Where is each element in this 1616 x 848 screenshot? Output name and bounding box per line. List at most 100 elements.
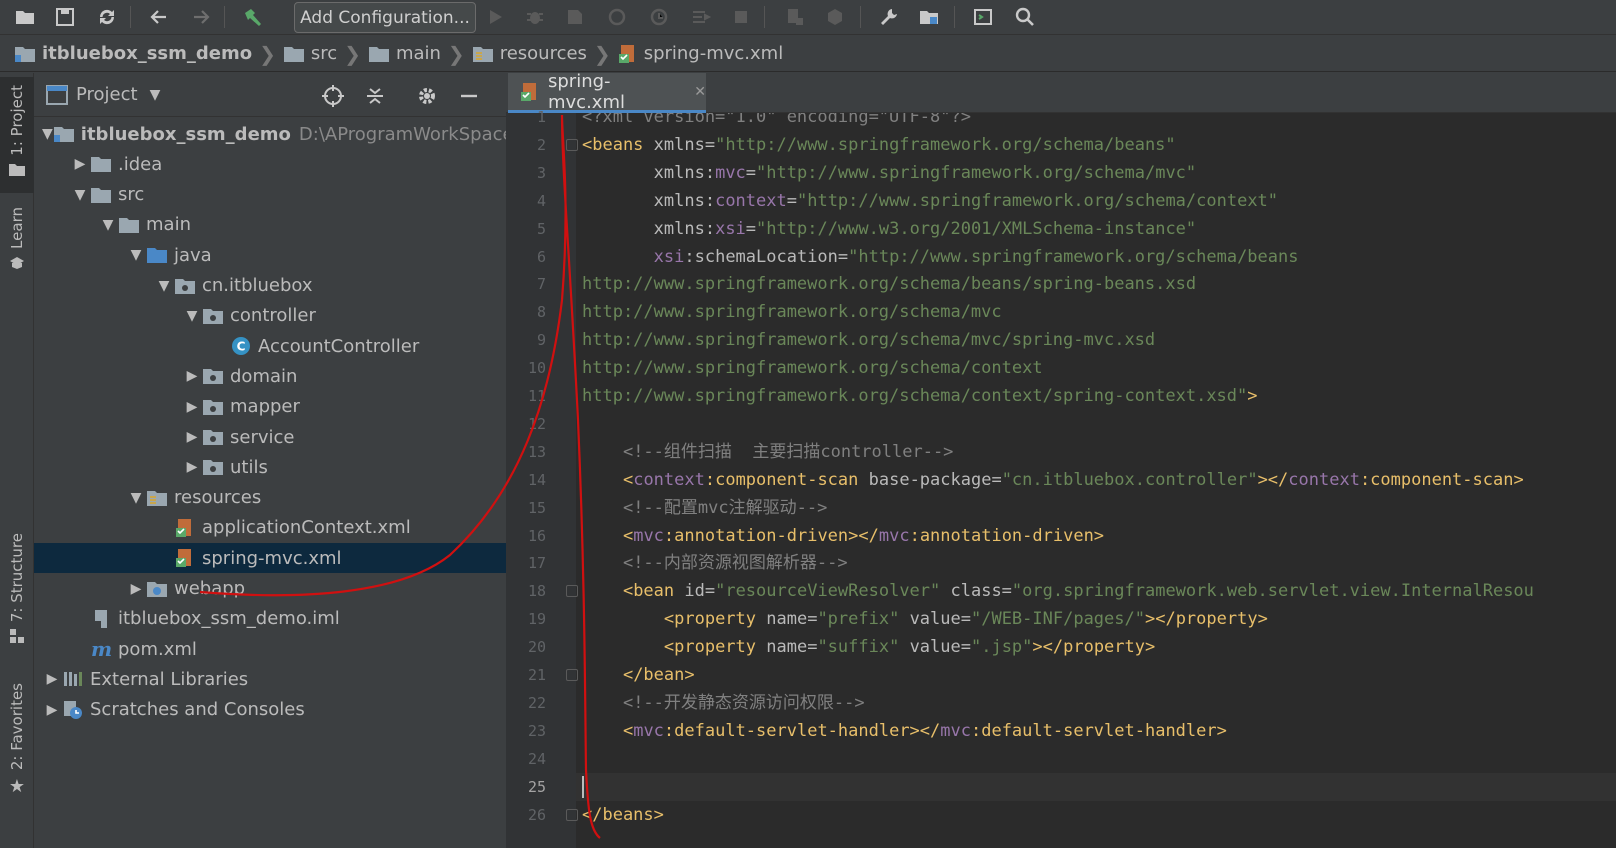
close-icon[interactable]: ✕	[694, 84, 706, 100]
chevron-down-icon[interactable]: ▼	[126, 245, 146, 265]
code-line: http://www.springframework.org/schema/co…	[582, 354, 1043, 382]
code-token: "http://www.springframework.org/schema/c…	[796, 190, 1279, 211]
chevron-right-icon[interactable]: ▶	[126, 579, 146, 599]
breadcrumb-item-main[interactable]: main	[368, 36, 441, 72]
collapse-all-icon[interactable]	[362, 83, 388, 109]
code-token: xsi	[653, 246, 685, 267]
chevron-right-icon[interactable]: ▶	[70, 154, 90, 174]
project-structure-icon[interactable]	[914, 2, 944, 32]
device-icon[interactable]	[780, 2, 810, 32]
gear-icon[interactable]	[414, 83, 440, 109]
open-folder-icon[interactable]	[10, 2, 40, 32]
code-line: <beans xmlns="http://www.springframework…	[582, 131, 1176, 159]
wrench-icon[interactable]	[874, 2, 904, 32]
tool-tab-project[interactable]: 1: Project	[0, 77, 34, 193]
code-line: <!--开发静态资源访问权限-->	[582, 689, 865, 717]
tree-item-pom-xml[interactable]: m pom.xml	[34, 634, 506, 664]
minimize-icon[interactable]	[456, 83, 482, 109]
chevron-down-icon[interactable]: ▼	[42, 124, 53, 144]
tree-item-controller[interactable]: ▼ controller	[34, 301, 506, 331]
forward-icon[interactable]	[186, 2, 216, 32]
tree-item-label: java	[174, 244, 212, 266]
code-line: xmlns:mvc="http://www.springframework.or…	[582, 159, 1197, 187]
code-line: <!--组件扫描 主要扫描controller-->	[582, 438, 953, 466]
tree-item-idea[interactable]: ▶ .idea	[34, 149, 506, 179]
project-panel-title[interactable]: Project	[76, 84, 138, 105]
attach-icon[interactable]	[644, 2, 674, 32]
breadcrumb-item-src[interactable]: src	[283, 36, 337, 72]
tree-item-java[interactable]: ▼ java	[34, 240, 506, 270]
build-hammer-icon[interactable]	[238, 2, 268, 32]
tree-item-resources[interactable]: ▼ resources	[34, 483, 506, 513]
project-panel: Project ▼ ▼ itbluebox_ssm_demo D:\AProgram…	[34, 73, 547, 848]
spring-xml-icon	[174, 517, 196, 539]
tree-item-itbluebox-ssm-demo[interactable]: ▼ itbluebox_ssm_demo D:\AProgramWorkSpace\…	[34, 119, 547, 149]
sync-icon[interactable]	[92, 2, 122, 32]
tree-item-scratches-and-consoles[interactable]: ▶ Scratches and Consoles	[34, 695, 506, 725]
tree-item-domain[interactable]: ▶ domain	[34, 361, 506, 391]
run-icon[interactable]	[480, 2, 510, 32]
tree-item-accountcontroller[interactable]: C AccountController	[34, 331, 506, 361]
chevron-right-icon[interactable]: ▶	[42, 669, 62, 689]
stop-icon[interactable]	[726, 2, 756, 32]
tool-tab-favorites[interactable]: 2: Favorites ★	[0, 683, 34, 807]
breadcrumb-item-project[interactable]: itbluebox_ssm_demo	[14, 36, 252, 72]
profile-icon[interactable]	[602, 2, 632, 32]
tool-tab-label: Learn	[8, 207, 26, 249]
chevron-right-icon[interactable]: ▶	[182, 397, 202, 417]
chevron-right-icon[interactable]: ▶	[42, 700, 62, 720]
run-configuration-selector[interactable]: Add Configuration...	[294, 2, 476, 33]
tree-item-webapp[interactable]: ▶ webapp	[34, 574, 506, 604]
tree-item-label: domain	[230, 365, 298, 387]
locate-icon[interactable]	[320, 83, 346, 109]
back-icon[interactable]	[144, 2, 174, 32]
chevron-down-icon[interactable]: ▼	[154, 276, 174, 296]
code-token: <?xml version="1.0" encoding="UTF-8"?>	[582, 113, 971, 127]
chevron-down-icon[interactable]: ▼	[150, 87, 161, 103]
tool-tab-structure[interactable]: 7: Structure	[0, 533, 34, 657]
deploy-icon[interactable]	[820, 2, 850, 32]
code-editor[interactable]: <?xml version="1.0" encoding="UTF-8"?> <b…	[576, 113, 1616, 848]
line-number: 21	[527, 666, 546, 684]
tool-tab-learn[interactable]: Learn	[0, 207, 34, 287]
editor-tab-spring-mvc[interactable]: spring-mvc.xml ✕	[508, 71, 706, 113]
code-token: "prefix"	[817, 609, 900, 630]
chevron-right-icon[interactable]: ▶	[182, 366, 202, 386]
tree-item-src[interactable]: ▼ src	[34, 180, 506, 210]
chevron-down-icon[interactable]: ▼	[182, 306, 202, 326]
debug-icon[interactable]	[520, 2, 550, 32]
tree-item-external-libraries[interactable]: ▶ External Libraries	[34, 664, 506, 694]
tree-item-applicationcontext-xml[interactable]: applicationContext.xml	[34, 513, 506, 543]
breadcrumb-item-file[interactable]: spring-mvc.xml	[618, 36, 783, 72]
code-token: xmlns:	[653, 218, 716, 239]
step-icon[interactable]	[686, 2, 716, 32]
project-panel-header: Project ▼	[34, 73, 506, 117]
line-number: 9	[536, 331, 546, 350]
search-icon[interactable]	[1010, 2, 1040, 32]
tree-item-mapper[interactable]: ▶ mapper	[34, 392, 506, 422]
chevron-down-icon[interactable]: ▼	[98, 215, 118, 235]
tree-item-spring-mvc-xml[interactable]: spring-mvc.xml	[34, 543, 506, 574]
tree-item-utils[interactable]: ▶ utils	[34, 452, 506, 482]
ide-window: Add Configuration... itbluebox_ssm_demo …	[0, 0, 1616, 848]
save-icon[interactable]	[50, 2, 80, 32]
chevron-right-icon[interactable]: ▶	[182, 457, 202, 477]
tree-item-cn-itbluebox[interactable]: ▼ cn.itbluebox	[34, 271, 506, 301]
coverage-icon[interactable]	[560, 2, 590, 32]
module-icon	[53, 123, 75, 145]
tree-item-main[interactable]: ▼ main	[34, 210, 506, 240]
breadcrumb-item-resources[interactable]: resources	[472, 36, 587, 72]
code-token: >	[1247, 386, 1258, 406]
code-token: http://www.springframework.org/schema/co…	[582, 358, 1043, 379]
chevron-right-icon[interactable]: ▶	[182, 427, 202, 447]
tree-item-itbluebox-ssm-demo-iml[interactable]: itbluebox_ssm_demo.iml	[34, 604, 506, 634]
code-token: "http://www.springframework.org/schema/b…	[848, 246, 1299, 267]
code-token: :default-servlet-handler></	[663, 720, 941, 741]
chevron-down-icon[interactable]: ▼	[126, 488, 146, 508]
chevron-down-icon[interactable]: ▼	[70, 185, 90, 205]
code-token: ></property>	[1144, 609, 1268, 630]
web-folder-icon	[146, 578, 168, 600]
tree-item-service[interactable]: ▶ service	[34, 422, 506, 452]
terminal-icon[interactable]	[968, 2, 998, 32]
